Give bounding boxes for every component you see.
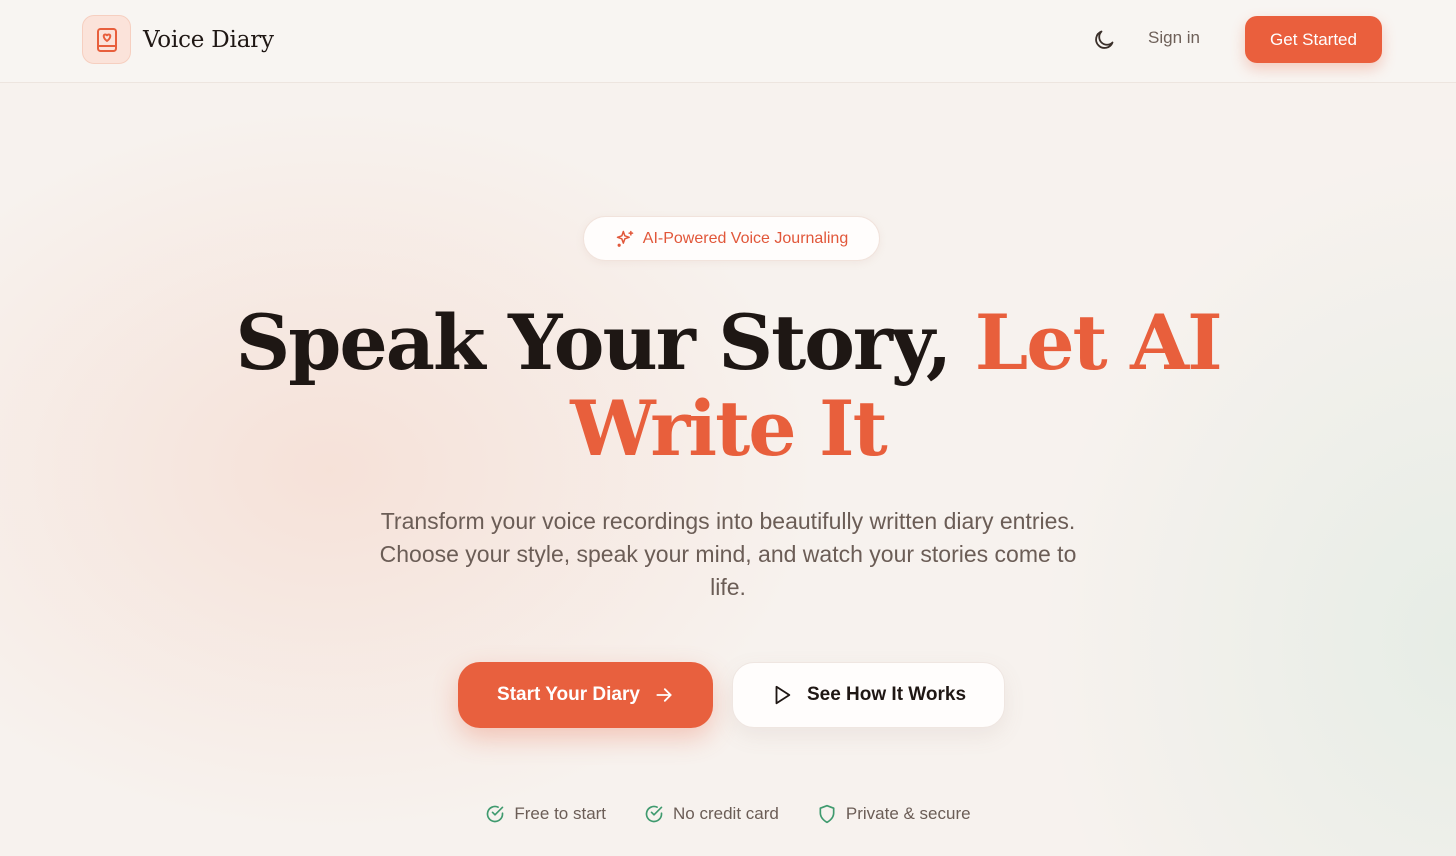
arrow-right-icon bbox=[656, 688, 672, 702]
diary-heart-icon bbox=[82, 15, 131, 64]
start-diary-button[interactable]: Start Your Diary bbox=[458, 662, 713, 728]
see-how-it-works-label: See How It Works bbox=[806, 684, 967, 705]
app-name: Voice Diary bbox=[143, 26, 274, 53]
see-how-it-works-button[interactable]: See How It Works bbox=[732, 662, 1005, 728]
ai-badge: AI-Powered Voice Journaling bbox=[583, 216, 880, 261]
feature-label: No credit card bbox=[673, 804, 779, 823]
check-circle-icon bbox=[645, 805, 663, 823]
start-diary-label: Start Your Diary bbox=[497, 684, 640, 705]
feature-label: Free to start bbox=[514, 804, 607, 823]
top-navbar: Voice Diary Sign in Get Started bbox=[0, 0, 1456, 83]
sign-in-link[interactable]: Sign in bbox=[1148, 28, 1200, 48]
moon-icon bbox=[1095, 30, 1114, 49]
play-icon bbox=[775, 685, 791, 705]
get-started-button[interactable]: Get Started bbox=[1245, 16, 1382, 63]
hero-subtitle: Transform your voice recordings into bea… bbox=[379, 508, 1077, 600]
feature-label: Private & secure bbox=[845, 804, 971, 823]
theme-toggle-button[interactable] bbox=[1090, 26, 1118, 54]
badge-text: AI-Powered Voice Journaling bbox=[642, 229, 849, 247]
feature-item: Free to start bbox=[485, 804, 606, 824]
headline-main: Speak Your Story, bbox=[235, 298, 975, 387]
feature-item: No credit card bbox=[644, 804, 779, 824]
sparkles-icon bbox=[616, 230, 634, 247]
logo[interactable]: Voice Diary bbox=[82, 15, 274, 64]
feature-item: Private & secure bbox=[817, 804, 971, 824]
check-circle-icon bbox=[487, 805, 504, 823]
shield-icon bbox=[819, 804, 835, 824]
hero-headline: Speak Your Story, Let AI Write It bbox=[130, 300, 1326, 472]
feature-list: Free to start No credit card Private & s… bbox=[0, 804, 1456, 824]
